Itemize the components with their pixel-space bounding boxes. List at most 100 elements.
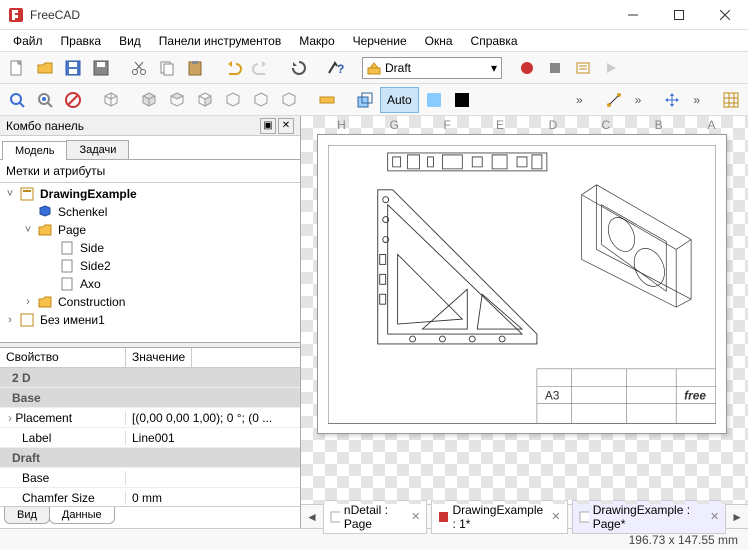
menu-view[interactable]: Вид [110,32,150,50]
svg-text:?: ? [337,62,344,76]
prop-base[interactable]: Base [0,468,300,488]
workbench-selector[interactable]: Draft ▾ [362,57,502,79]
mdi-tabbar: ◄ nDetail : Page ✕ DrawingExample : 1* ✕… [301,504,748,528]
tree-doc-unnamed[interactable]: › Без имени1 [0,311,300,329]
menu-drawing[interactable]: Черчение [344,32,416,50]
combo-panel-title: Комбо панель ▣ ✕ [0,116,300,136]
wplane-button[interactable] [352,87,378,113]
paste-button[interactable] [182,55,208,81]
menu-macro[interactable]: Макро [290,32,343,50]
tab-close-icon[interactable]: ✕ [710,510,719,523]
tab-tasks[interactable]: Задачи [66,140,129,159]
macro-stop-button[interactable] [542,55,568,81]
overflow-icon[interactable]: » [629,93,648,107]
measure-button[interactable] [314,87,340,113]
draw-style-button[interactable] [60,87,86,113]
property-panel: Свойство Значение 2 D Base › Placement [… [0,348,300,528]
svg-text:free: free [684,389,706,403]
prop-group-draft: Draft [0,448,300,468]
tree-item-schenkel[interactable]: Schenkel [0,203,300,221]
view-bottom-button[interactable] [248,87,274,113]
drawing-canvas[interactable]: HGFEDCBA [301,116,748,504]
saveas-button[interactable] [88,55,114,81]
view-iso-button[interactable] [98,87,124,113]
macro-edit-button[interactable] [570,55,596,81]
page-icon [60,277,74,291]
color-button[interactable] [449,87,475,113]
col-property: Свойство [0,348,126,367]
page-icon [60,259,74,273]
panel-close-button[interactable]: ✕ [278,118,294,134]
doc-icon [438,511,448,523]
tree-item-axo[interactable]: Axo [0,275,300,293]
tree-view[interactable]: ˅ DrawingExample Schenkel ˅ Page Side [0,183,300,342]
tab-close-icon[interactable]: ✕ [411,510,420,523]
prop-placement[interactable]: › Placement [(0,00 0,00 1,00); 0 °; (0 .… [0,408,300,428]
property-header: Свойство Значение [0,348,300,368]
mdi-tab[interactable]: nDetail : Page ✕ [323,500,427,534]
page-icon [60,241,74,255]
menu-help[interactable]: Справка [462,32,527,50]
menu-windows[interactable]: Окна [416,32,462,50]
maximize-button[interactable] [656,0,702,30]
new-button[interactable] [4,55,30,81]
panel-float-button[interactable]: ▣ [260,118,276,134]
undo-button[interactable] [220,55,246,81]
minimize-button[interactable] [610,0,656,30]
combo-panel: Комбо панель ▣ ✕ Модель Задачи Метки и а… [0,116,301,528]
drawing-page: A3 free [317,134,727,434]
window-title: FreeCAD [30,8,610,22]
document-icon [20,313,34,327]
overflow-icon[interactable]: » [570,93,589,107]
tab-close-icon[interactable]: ✕ [551,510,560,523]
macro-play-button[interactable] [598,55,624,81]
view-right-button[interactable] [192,87,218,113]
refresh-button[interactable] [286,55,312,81]
page-icon [579,511,589,523]
cut-button[interactable] [126,55,152,81]
tree-item-construction[interactable]: › Construction [0,293,300,311]
prop-tab-data[interactable]: Данные [49,507,115,524]
tab-prev-button[interactable]: ◄ [305,510,319,524]
tree-item-page[interactable]: ˅ Page [0,221,300,239]
redo-button[interactable] [248,55,274,81]
move-tool-button[interactable] [659,87,685,113]
fit-selection-button[interactable] [32,87,58,113]
macro-record-button[interactable] [514,55,540,81]
view-left-button[interactable] [276,87,302,113]
tree-item-side2[interactable]: Side2 [0,257,300,275]
auto-toggle[interactable]: Auto [380,87,419,113]
status-coords: 196.73 x 147.55 mm [629,533,738,547]
prop-tab-view[interactable]: Вид [4,507,50,524]
construction-toggle[interactable] [421,87,447,113]
menu-toolbars[interactable]: Панели инструментов [150,32,290,50]
overflow-icon[interactable]: » [687,93,706,107]
mdi-tab[interactable]: DrawingExample : 1* ✕ [431,500,567,534]
whatsthis-button[interactable]: ? [324,55,350,81]
menu-edit[interactable]: Правка [52,32,111,50]
app-logo-icon [8,7,24,23]
tree-header: Метки и атрибуты [0,160,300,183]
grid-toggle[interactable] [718,87,744,113]
copy-button[interactable] [154,55,180,81]
folder-icon [38,223,52,237]
menu-file[interactable]: Файл [4,32,52,50]
view-front-button[interactable] [136,87,162,113]
tab-next-button[interactable]: ► [730,510,744,524]
close-button[interactable] [702,0,748,30]
mdi-tab[interactable]: DrawingExample : Page* ✕ [572,500,727,534]
tab-model[interactable]: Модель [2,141,67,160]
view-top-button[interactable] [164,87,190,113]
tree-doc-drawingexample[interactable]: ˅ DrawingExample [0,185,300,203]
save-button[interactable] [60,55,86,81]
menu-bar: Файл Правка Вид Панели инструментов Макр… [0,30,748,52]
prop-label[interactable]: Label Line001 [0,428,300,448]
fit-all-button[interactable] [4,87,30,113]
part-icon [38,205,52,219]
prop-chamfer[interactable]: Chamfer Size 0 mm [0,488,300,506]
tree-item-side[interactable]: Side [0,239,300,257]
col-value: Значение [126,348,192,367]
view-rear-button[interactable] [220,87,246,113]
open-button[interactable] [32,55,58,81]
line-tool-button[interactable] [601,87,627,113]
